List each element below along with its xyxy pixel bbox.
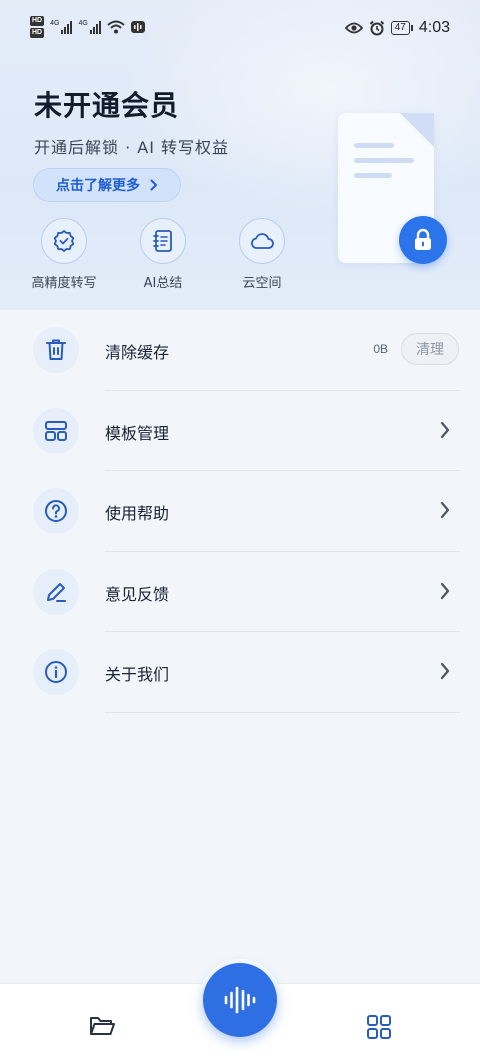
benefit-cloud-space[interactable]: 云空间 bbox=[217, 218, 307, 291]
membership-subtitle: 开通后解锁 · AI 转写权益 bbox=[34, 138, 230, 157]
menu-item-label: 使用帮助 bbox=[105, 504, 170, 524]
benefit-label: 云空间 bbox=[242, 276, 282, 291]
notebook-icon bbox=[140, 218, 186, 264]
divider bbox=[105, 711, 460, 713]
member-header: HD HD 4G 4G 47 4:03 未开通会员 开通后解锁 · AI 转写权… bbox=[0, 0, 480, 310]
menu-item-label: 模板管理 bbox=[105, 423, 170, 443]
signal-icon: 4G bbox=[50, 20, 73, 34]
learn-more-label: 点击了解更多 bbox=[56, 178, 140, 194]
tab-apps[interactable] bbox=[366, 1014, 392, 1044]
alarm-icon bbox=[369, 20, 384, 36]
hd-indicator: HD bbox=[30, 16, 45, 26]
chevron-right-icon bbox=[440, 663, 450, 680]
status-time: 4:03 bbox=[418, 19, 450, 36]
record-button-ring bbox=[199, 959, 281, 1041]
battery-icon: 47 bbox=[390, 21, 414, 35]
menu-item-label: 意见反馈 bbox=[105, 584, 170, 604]
voice-activity-icon bbox=[130, 21, 145, 33]
help-icon bbox=[33, 488, 79, 535]
template-icon bbox=[33, 407, 79, 454]
waveform-icon bbox=[224, 986, 256, 1014]
menu-item-label: 关于我们 bbox=[105, 665, 170, 685]
chevron-right-icon bbox=[150, 179, 157, 191]
menu-item-clear-cache[interactable]: 清除缓存 0B 清理 bbox=[0, 310, 480, 391]
folder-icon bbox=[90, 1017, 115, 1035]
chevron-right-icon bbox=[440, 582, 450, 599]
cache-size: 0B bbox=[373, 342, 388, 356]
info-icon bbox=[33, 649, 79, 696]
menu-item-template-management[interactable]: 模板管理 bbox=[0, 391, 480, 472]
edit-icon bbox=[33, 568, 79, 615]
learn-more-button[interactable]: 点击了解更多 bbox=[33, 168, 181, 202]
menu-item-help[interactable]: 使用帮助 bbox=[0, 471, 480, 552]
benefit-ai-summary[interactable]: AI总结 bbox=[118, 218, 208, 291]
chevron-right-icon bbox=[440, 421, 450, 438]
badge-check-icon bbox=[41, 218, 87, 264]
membership-title: 未开通会员 bbox=[34, 89, 180, 122]
benefit-label: AI总结 bbox=[143, 276, 183, 291]
cloud-icon bbox=[239, 218, 285, 264]
eye-icon bbox=[344, 22, 363, 34]
menu-item-about-us[interactable]: 关于我们 bbox=[0, 632, 480, 713]
chevron-right-icon bbox=[440, 502, 450, 519]
lock-icon bbox=[399, 216, 447, 264]
trash-icon bbox=[33, 327, 79, 373]
grid-icon bbox=[367, 1015, 391, 1039]
benefit-label: 高精度转写 bbox=[31, 276, 97, 291]
clear-cache-button[interactable]: 清理 bbox=[401, 333, 459, 365]
wifi-icon bbox=[107, 20, 125, 34]
menu-item-feedback[interactable]: 意见反馈 bbox=[0, 552, 480, 633]
settings-menu: 清除缓存 0B 清理 模板管理 使用帮助 意见反馈 关于我们 bbox=[0, 310, 480, 713]
record-button[interactable] bbox=[203, 963, 277, 1037]
hd-indicator: HD bbox=[30, 28, 45, 38]
menu-item-label: 清除缓存 bbox=[105, 343, 170, 362]
tab-files[interactable] bbox=[88, 1014, 116, 1042]
signal-icon: 4G bbox=[78, 20, 101, 34]
benefit-high-accuracy[interactable]: 高精度转写 bbox=[19, 218, 109, 291]
status-bar: HD HD 4G 4G 47 4:03 bbox=[0, 0, 480, 56]
